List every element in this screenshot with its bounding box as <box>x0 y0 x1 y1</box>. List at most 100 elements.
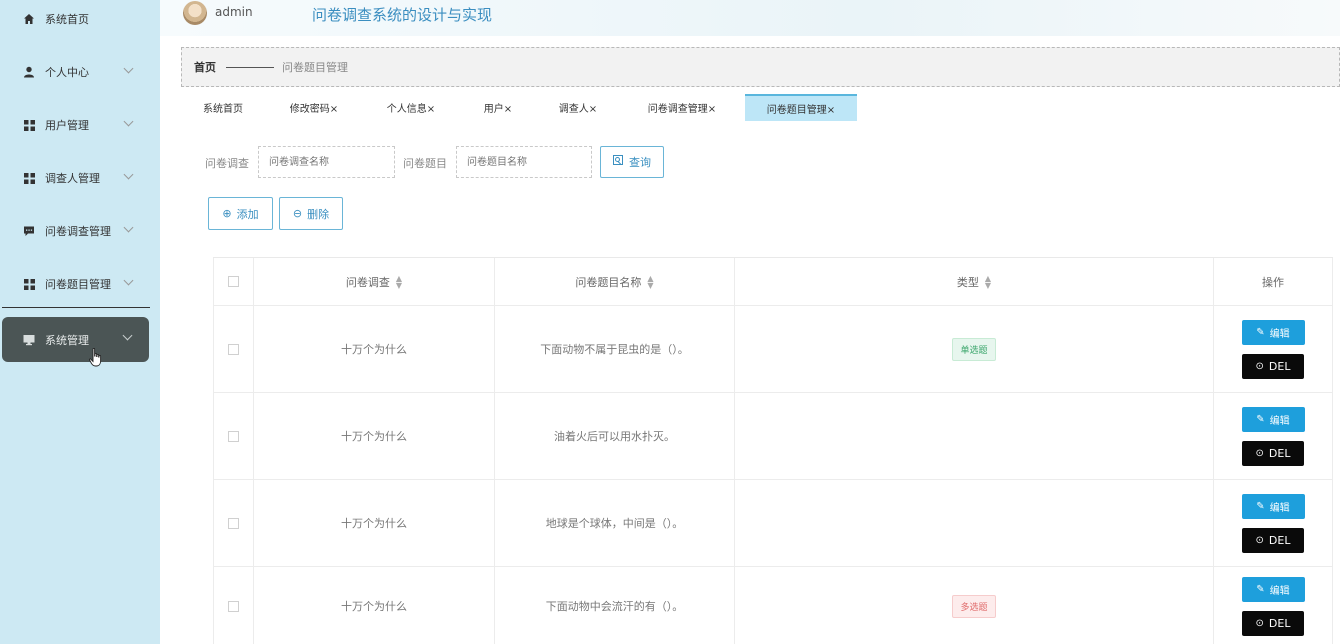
user-icon <box>22 65 36 79</box>
table-row: 十万个为什么 油着火后可以用水扑灭。 ✎ 编辑 ⊙ DEL <box>213 393 1333 480</box>
column-header-survey[interactable]: 问卷调查 ▲ ▼ <box>254 258 495 305</box>
question-filter-label: 问卷题目 <box>403 157 447 170</box>
sort-icon: ▲ ▼ <box>395 273 403 290</box>
sidebar-item-home[interactable]: 系统首页 <box>0 0 150 41</box>
sidebar-item-question-management[interactable]: 问卷题目管理 <box>0 262 150 306</box>
tab-users[interactable]: 用户× <box>459 94 537 121</box>
sidebar-divider <box>2 307 150 308</box>
question-cell: 地球是个球体，中间是（）。 <box>495 480 735 566</box>
tab-personal-info[interactable]: 个人信息× <box>363 94 459 121</box>
chevron-down-icon <box>123 63 134 74</box>
delete-button[interactable]: ⊖ 删除 <box>279 197 343 230</box>
tab-change-password[interactable]: 修改密码× <box>265 94 363 121</box>
chevron-down-icon <box>122 330 133 341</box>
sidebar-item-label: 用户管理 <box>45 119 89 132</box>
hand-cursor-icon <box>89 347 103 371</box>
row-select-cell <box>213 393 254 479</box>
survey-name-input[interactable] <box>258 146 395 178</box>
tab-survey-management[interactable]: 问卷调查管理× <box>619 94 745 121</box>
grid-icon <box>22 277 36 291</box>
tab-surveyors[interactable]: 调查人× <box>537 94 619 121</box>
question-cell: 下面动物不属于昆虫的是（）。 <box>495 306 735 392</box>
sidebar-item-label: 系统管理 <box>45 333 89 347</box>
monitor-icon <box>22 333 36 347</box>
breadcrumb-home[interactable]: 首页 <box>194 59 216 75</box>
tab-question-management[interactable]: 问卷题目管理× <box>745 94 857 121</box>
actions-cell: ✎ 编辑 ⊙ DEL <box>1214 306 1333 392</box>
sidebar-item-label: 问卷调查管理 <box>45 225 111 238</box>
select-all-checkbox[interactable] <box>228 276 239 287</box>
del-button[interactable]: ⊙ DEL <box>1242 353 1304 379</box>
column-header-actions: 操作 <box>1214 258 1333 305</box>
pencil-icon: ✎ <box>1256 500 1265 512</box>
breadcrumb-current: 问卷题目管理 <box>282 61 348 74</box>
username: admin <box>215 5 253 19</box>
search-icon <box>613 155 624 169</box>
add-button[interactable]: ⊕ 添加 <box>208 197 273 230</box>
sidebar-item-system-management[interactable]: 系统管理 <box>2 317 149 362</box>
grid-icon <box>22 118 36 132</box>
sidebar-item-survey-management[interactable]: 问卷调查管理 <box>0 209 150 253</box>
edit-button[interactable]: ✎ 编辑 <box>1241 406 1305 432</box>
sidebar-item-surveyor-management[interactable]: 调查人管理 <box>0 156 150 200</box>
sort-icon: ▲ ▼ <box>984 273 992 290</box>
type-cell <box>735 393 1214 479</box>
row-checkbox[interactable] <box>228 343 239 355</box>
pencil-icon: ✎ <box>1256 413 1265 425</box>
survey-cell: 十万个为什么 <box>254 393 495 479</box>
avatar[interactable] <box>183 1 207 25</box>
plus-circle-icon: ⊕ <box>222 207 232 220</box>
del-button[interactable]: ⊙ DEL <box>1242 610 1304 636</box>
type-badge: 单选题 <box>952 337 996 361</box>
delete-button-label: 删除 <box>307 207 330 221</box>
type-cell: 单选题 <box>735 306 1214 392</box>
edit-button[interactable]: ✎ 编辑 <box>1241 576 1305 602</box>
edit-button[interactable]: ✎ 编辑 <box>1241 493 1305 519</box>
circle-x-icon: ⊙ <box>1255 360 1264 372</box>
table-header-row: 问卷调查 ▲ ▼ 问卷题目名称 ▲ ▼ 类型 ▲ ▼ 操作 <box>213 258 1333 306</box>
question-name-input[interactable] <box>456 146 592 178</box>
tab-bar: 系统首页 修改密码× 个人信息× 用户× 调查人× 问卷调查管理× 问卷题目管理… <box>181 94 857 121</box>
breadcrumb-separator <box>226 66 274 68</box>
pencil-icon: ✎ <box>1256 326 1265 338</box>
del-button[interactable]: ⊙ DEL <box>1242 527 1304 553</box>
comment-icon <box>22 224 36 238</box>
column-header-question[interactable]: 问卷题目名称 ▲ ▼ <box>495 258 735 305</box>
row-checkbox[interactable] <box>228 600 239 612</box>
add-button-label: 添加 <box>236 207 259 221</box>
sidebar: 系统首页 个人中心 用户管理 调查人管理 问卷调查管理 问卷题目管理 系统管理 <box>0 0 160 644</box>
row-checkbox[interactable] <box>228 430 239 442</box>
page-title: 问卷调查系统的设计与实现 <box>312 6 493 24</box>
survey-cell: 十万个为什么 <box>254 306 495 392</box>
chevron-down-icon <box>123 222 134 233</box>
row-checkbox[interactable] <box>228 517 239 529</box>
survey-cell: 十万个为什么 <box>254 480 495 566</box>
type-badge: 多选题 <box>952 594 996 618</box>
chevron-down-icon <box>123 116 134 127</box>
row-select-cell <box>213 306 254 392</box>
grid-icon <box>22 171 36 185</box>
table-row: 十万个为什么 下面动物中会流汗的有（）。 多选题 ✎ 编辑 ⊙ DEL <box>213 567 1333 644</box>
breadcrumb: 首页 问卷题目管理 <box>181 47 1340 87</box>
question-cell: 油着火后可以用水扑灭。 <box>495 393 735 479</box>
column-header-type[interactable]: 类型 ▲ ▼ <box>735 258 1214 305</box>
select-all-cell <box>213 258 254 305</box>
sort-icon: ▲ ▼ <box>647 273 654 290</box>
home-icon <box>22 12 36 26</box>
sidebar-item-label: 问卷题目管理 <box>45 278 111 291</box>
sidebar-item-user-management[interactable]: 用户管理 <box>0 103 150 147</box>
circle-x-icon: ⊙ <box>1255 447 1264 459</box>
chevron-down-icon <box>123 275 134 286</box>
circle-x-icon: ⊙ <box>1255 534 1264 546</box>
pencil-icon: ✎ <box>1256 583 1265 595</box>
sidebar-item-personal-center[interactable]: 个人中心 <box>0 50 150 94</box>
row-select-cell <box>213 567 254 644</box>
del-button[interactable]: ⊙ DEL <box>1242 440 1304 466</box>
survey-filter-label: 问卷调查 <box>205 157 249 170</box>
actions-cell: ✎ 编辑 ⊙ DEL <box>1214 480 1333 566</box>
row-select-cell <box>213 480 254 566</box>
tab-home[interactable]: 系统首页 <box>181 94 265 121</box>
edit-button[interactable]: ✎ 编辑 <box>1241 319 1305 345</box>
query-button[interactable]: 查询 <box>600 146 664 178</box>
type-cell <box>735 480 1214 566</box>
